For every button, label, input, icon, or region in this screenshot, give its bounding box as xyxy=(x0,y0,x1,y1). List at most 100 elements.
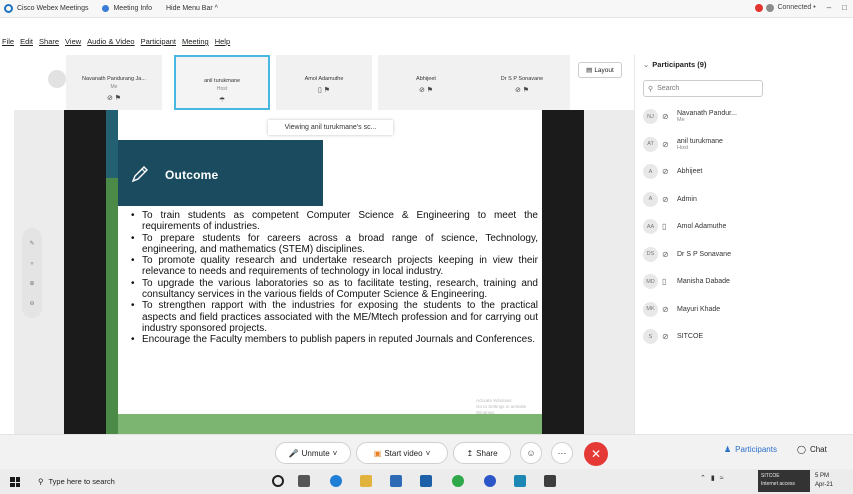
tile-status-icons: ☂ xyxy=(218,97,226,104)
menu-edit[interactable]: Edit xyxy=(20,37,33,49)
more-icon: ⋯ xyxy=(557,447,567,458)
file-explorer-icon[interactable] xyxy=(360,475,372,487)
list-item[interactable]: NJ ⊘ Navanath Pandur... Me xyxy=(643,103,848,131)
app-title[interactable]: Cisco Webex Meetings xyxy=(4,4,88,13)
avatar: AT xyxy=(643,136,658,152)
tile-status-icons: ⊘ ⚑ xyxy=(514,87,530,94)
annotate-icon[interactable]: ✎ xyxy=(29,240,34,247)
list-item[interactable]: S ⊘ SITCOE xyxy=(643,323,848,351)
chevron-up-icon[interactable]: ⌃ xyxy=(700,474,706,482)
chevron-down-icon: ⌄ xyxy=(643,60,650,69)
store-icon[interactable] xyxy=(390,475,402,487)
close-icon: ✕ xyxy=(590,447,602,461)
leave-meeting-button[interactable]: ✕ xyxy=(584,442,608,466)
cortana-icon[interactable] xyxy=(272,475,284,487)
chevron-down-icon: ˅ xyxy=(332,448,338,458)
menu-help[interactable]: Help xyxy=(215,37,230,49)
shared-slide: Outcome Viewing anil turukmane's sc... T… xyxy=(118,110,542,434)
tile-status-icons: ⊘ ⚑ xyxy=(106,95,122,102)
unmute-button[interactable]: 🎤 Unmute ˅ xyxy=(275,442,351,464)
menu-participant[interactable]: Participant xyxy=(141,37,176,49)
participants-header[interactable]: ⌄ Participants (9) xyxy=(643,60,706,69)
list-item: To upgrade the various laboratories so a… xyxy=(128,278,538,301)
chat-toggle-button[interactable]: ◯ Chat xyxy=(797,445,827,454)
video-tile[interactable]: Navanath Pandurang Ja... Me ⊘ ⚑ xyxy=(66,55,162,110)
list-item: To promote quality research and undertak… xyxy=(128,255,538,278)
task-view-icon[interactable] xyxy=(298,475,310,487)
avatar: S xyxy=(643,329,658,345)
stage-border-left xyxy=(64,110,106,434)
zoom-controls: ✎ ▿ ⊕ ⊖ xyxy=(22,228,42,318)
avatar: A xyxy=(643,164,658,180)
list-item[interactable]: MK ⊘ Mayuri Khade xyxy=(643,296,848,324)
zoom-out-icon[interactable]: ⊖ xyxy=(29,300,34,307)
avatar: MD xyxy=(643,274,658,290)
video-tile[interactable]: Amol Adamuthe ▯ ⚑ xyxy=(276,55,372,110)
list-item[interactable]: A ⊘ Admin xyxy=(643,186,848,214)
menu-share[interactable]: Share xyxy=(39,37,59,49)
menu-audio-video[interactable]: Audio & Video xyxy=(87,37,134,49)
search-icon: ⚲ xyxy=(38,477,44,486)
list-item[interactable]: AT ⊘ anil turukmane Host xyxy=(643,131,848,159)
reactions-button[interactable]: ☺ xyxy=(520,442,542,464)
mic-icon: ⊘ xyxy=(662,139,669,149)
mic-icon: ⊘ xyxy=(662,304,669,314)
share-icon: ↥ xyxy=(466,448,474,458)
mic-icon: ⊘ xyxy=(662,249,669,259)
shared-content-stage: Outcome Viewing anil turukmane's sc... T… xyxy=(14,110,634,434)
participant-video-strip: Navanath Pandurang Ja... Me ⊘ ⚑ anil turuk… xyxy=(40,55,570,110)
list-item[interactable]: DS ⊘ Dr S P Sonavane xyxy=(643,241,848,269)
video-tile[interactable]: Dr S P Sonavane ⊘ ⚑ xyxy=(474,55,570,110)
avatar: AA xyxy=(643,219,658,235)
edge-icon[interactable] xyxy=(330,475,342,487)
battery-icon[interactable]: ▮ xyxy=(711,474,715,482)
tile-status-icons: ▯ ⚑ xyxy=(317,87,331,94)
share-button[interactable]: ↥ Share xyxy=(453,442,511,464)
list-item[interactable]: A ⊘ Abhijeet xyxy=(643,158,848,186)
menu-view[interactable]: View xyxy=(65,37,81,49)
list-item[interactable]: MD ▯ Manisha Dabade xyxy=(643,268,848,296)
chrome-icon[interactable] xyxy=(452,475,464,487)
app-icon[interactable] xyxy=(514,475,526,487)
layout-button[interactable]: ▤ Layout xyxy=(578,62,622,78)
list-item[interactable]: AA ▯ Amol Adamuthe xyxy=(643,213,848,241)
hide-menu-bar-button[interactable]: Hide Menu Bar ^ xyxy=(166,5,218,12)
video-tile-active[interactable]: anil turukmane Host ☂ xyxy=(174,55,270,110)
microphone-muted-icon: 🎤 xyxy=(288,448,299,458)
slide-heading-banner: Outcome xyxy=(118,140,323,206)
menu-file[interactable]: File xyxy=(2,37,14,49)
phone-icon: ▯ xyxy=(662,222,667,232)
wifi-icon[interactable]: ≈ xyxy=(720,475,724,482)
mail-icon[interactable] xyxy=(420,475,432,487)
windows-start-icon[interactable] xyxy=(10,477,20,487)
maximize-button[interactable]: □ xyxy=(842,3,847,12)
taskbar-clock[interactable]: 5 PM Apr-21 xyxy=(815,472,833,490)
menu-meeting[interactable]: Meeting xyxy=(182,37,209,49)
avatar: NJ xyxy=(643,109,658,125)
network-icon xyxy=(766,3,775,12)
slide-heading: Outcome xyxy=(165,168,219,182)
start-video-button[interactable]: ▣ Start video ˅ xyxy=(356,442,448,464)
webex-taskbar-icon[interactable] xyxy=(484,475,496,487)
outcome-list: To train students as competent Computer … xyxy=(128,210,538,346)
recording-icon xyxy=(755,3,764,12)
participant-list: NJ ⊘ Navanath Pandur... Me AT ⊘ anil turukman… xyxy=(643,103,848,351)
connection-status[interactable]: Connected • xyxy=(755,3,816,12)
more-options-button[interactable]: ⋯ xyxy=(551,442,573,464)
list-item: To strengthen rapport with the industrie… xyxy=(128,300,538,334)
zoom-in-icon[interactable]: ⊕ xyxy=(29,280,34,287)
minimize-button[interactable]: – xyxy=(827,3,831,12)
settings-icon[interactable] xyxy=(544,475,556,487)
meeting-info-button[interactable]: Meeting Info xyxy=(102,5,152,12)
people-icon: ♟ xyxy=(724,445,732,454)
filter-icon[interactable]: ▿ xyxy=(30,260,33,267)
taskbar-search-input[interactable]: ⚲ Type here to search xyxy=(38,472,263,491)
participants-toggle-button[interactable]: ♟ Participants xyxy=(724,445,777,454)
participant-search-input[interactable]: ⚲ Search xyxy=(643,80,763,97)
participants-panel: ⌄ Participants (9) ⚲ Search NJ ⊘ Navanath Pa… xyxy=(634,55,853,435)
mic-icon: ⊘ xyxy=(662,194,669,204)
smiley-icon: ☺ xyxy=(526,448,536,458)
slide-footer-bar xyxy=(118,414,542,434)
video-tile[interactable]: Abhijeet ⊘ ⚑ xyxy=(378,55,474,110)
avatar: MK xyxy=(643,301,658,317)
